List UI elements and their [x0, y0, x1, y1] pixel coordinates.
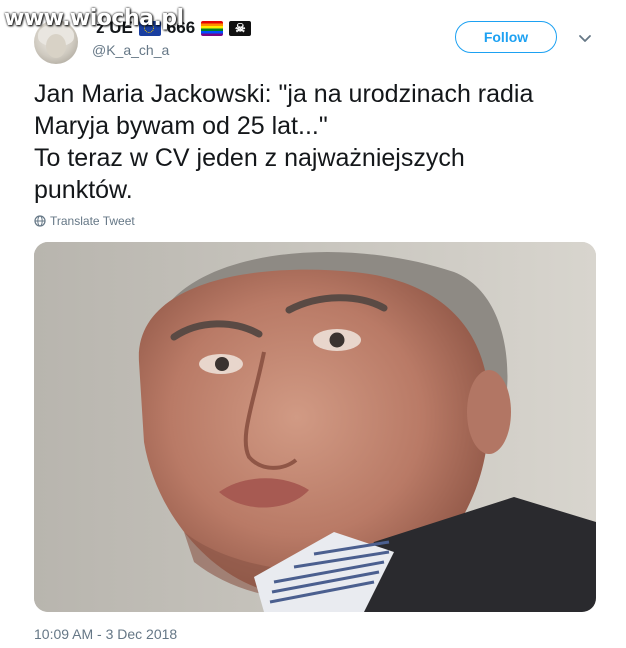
watermark-logo: www.wiocha.pl	[4, 6, 184, 31]
portrait-illustration	[34, 242, 596, 612]
rainbow-flag-icon	[201, 20, 224, 36]
tweet-timestamp[interactable]: 10:09 AM - 3 Dec 2018	[34, 626, 177, 642]
tweet-text-line: To teraz w CV jeden z najważniejszych	[34, 144, 465, 172]
tweet-text: Jan Maria Jackowski: "ja na urodzinach r…	[34, 78, 604, 206]
translate-tweet-link[interactable]: Translate Tweet	[34, 214, 135, 228]
tweet-text-line: Maryja bywam od 25 lat..."	[34, 112, 328, 140]
avatar-face	[46, 34, 66, 58]
user-handle[interactable]: @K_a_ch_a	[92, 42, 169, 58]
tweet-text-line: punktów.	[34, 176, 133, 204]
chevron-down-icon[interactable]	[578, 32, 592, 46]
tweet-text-line: Jan Maria Jackowski: "ja na urodzinach r…	[34, 80, 534, 108]
translate-tweet-label: Translate Tweet	[50, 214, 135, 228]
pirate-flag-icon: ☠	[229, 20, 252, 36]
tweet-photo[interactable]	[34, 242, 596, 612]
follow-button[interactable]: Follow	[455, 21, 557, 53]
globe-icon	[34, 215, 46, 227]
